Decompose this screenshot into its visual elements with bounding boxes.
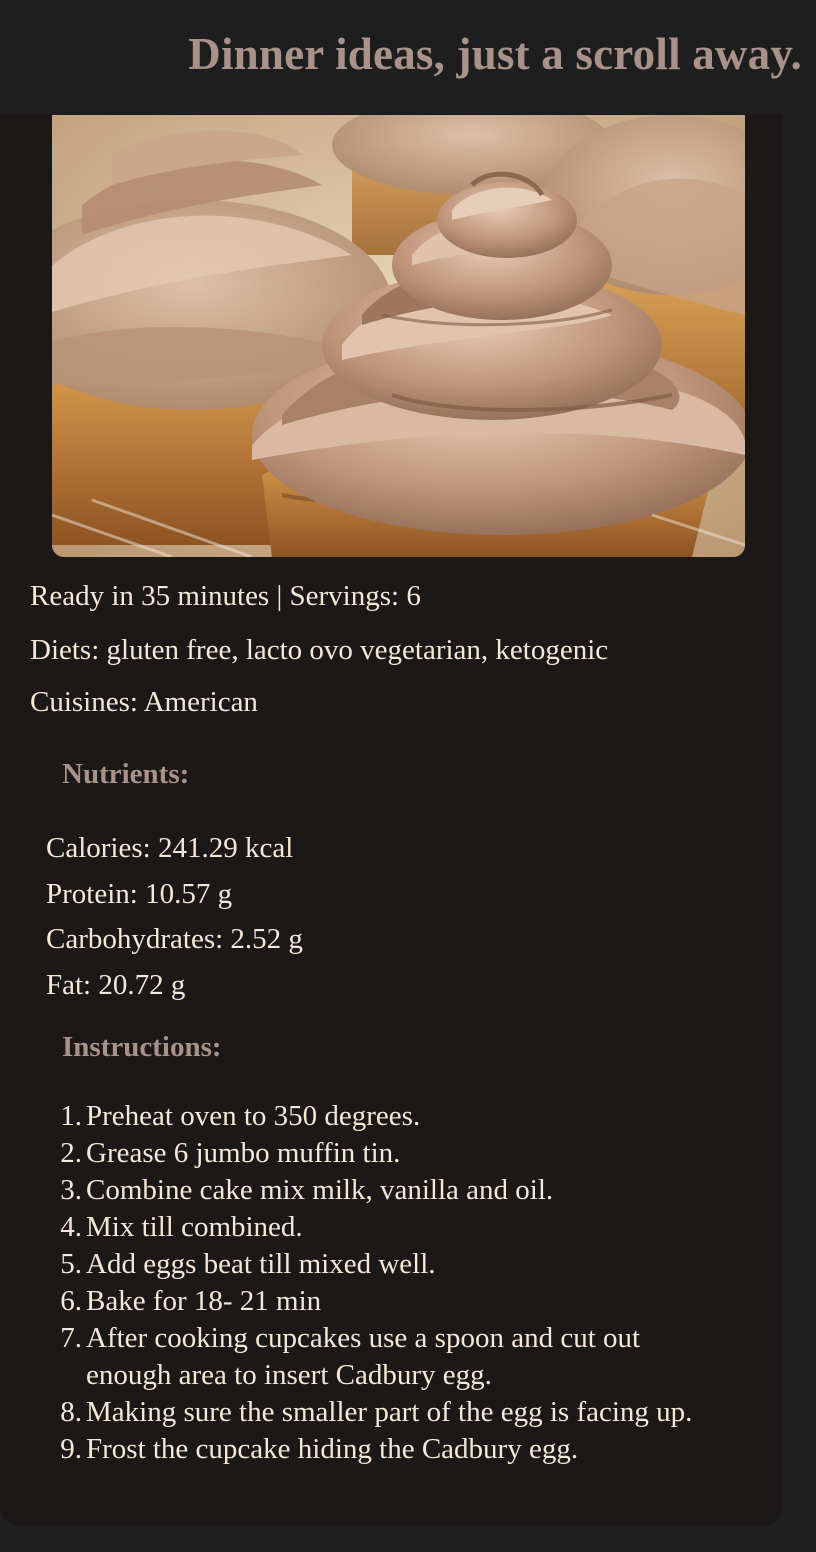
nutrients-heading: Nutrients: xyxy=(62,758,190,790)
instructions-heading: Instructions: xyxy=(62,1031,222,1063)
nutrient-carbohydrates: Carbohydrates: 2.52 g xyxy=(46,923,303,955)
recipe-time-servings: Ready in 35 minutes | Servings: 6 xyxy=(30,580,421,612)
recipe-cuisines: Cuisines: American xyxy=(30,686,258,718)
step-number: 3. xyxy=(60,1174,82,1206)
step-text: Making sure the smaller part of the egg … xyxy=(86,1396,693,1428)
step-number: 2. xyxy=(60,1137,82,1169)
instruction-step: 4. Mix till combined. xyxy=(0,1209,782,1246)
instruction-step: 6. Bake for 18- 21 min xyxy=(0,1283,782,1320)
step-text: Grease 6 jumbo muffin tin. xyxy=(86,1137,401,1169)
step-text: Add eggs beat till mixed well. xyxy=(86,1248,436,1280)
recipe-photo xyxy=(52,115,745,557)
nutrient-calories: Calories: 241.29 kcal xyxy=(46,832,294,864)
step-text: After cooking cupcakes use a spoon and c… xyxy=(86,1322,641,1391)
step-text: Combine cake mix milk, vanilla and oil. xyxy=(86,1174,554,1206)
instruction-step: 8. Making sure the smaller part of the eg… xyxy=(0,1394,782,1431)
step-text: Preheat oven to 350 degrees. xyxy=(86,1100,421,1132)
instruction-step: 5. Add eggs beat till mixed well. xyxy=(0,1246,782,1283)
recipe-diets: Diets: gluten free, lacto ovo vegetarian… xyxy=(30,634,609,666)
nutrients-list: Calories: 241.29 kcal Protein: 10.57 g C… xyxy=(46,826,303,1008)
instruction-step: 9. Frost the cupcake hiding the Cadbury e… xyxy=(0,1431,782,1468)
step-text: Mix till combined. xyxy=(86,1211,303,1243)
instructions-list: 1. Preheat oven to 350 degrees. 2. Grease … xyxy=(0,1098,782,1468)
recipe-card: Ready in 35 minutes | Servings: 6 Diets:… xyxy=(0,114,782,1526)
step-number: 8. xyxy=(60,1396,82,1428)
nutrient-protein: Protein: 10.57 g xyxy=(46,877,233,910)
step-number: 9. xyxy=(60,1433,82,1465)
instruction-step: 7. After cooking cupcakes use a spoon and… xyxy=(0,1320,782,1394)
nutrient-fat: Fat: 20.72 g xyxy=(46,968,186,1001)
step-number: 1. xyxy=(60,1100,82,1132)
page-header: Dinner ideas, just a scroll away. xyxy=(0,0,816,114)
instruction-step: 1. Preheat oven to 350 degrees. xyxy=(0,1098,782,1135)
page-title: Dinner ideas, just a scroll away. xyxy=(188,29,802,79)
instruction-step: 3. Combine cake mix milk, vanilla and oil… xyxy=(0,1172,782,1209)
step-text: Bake for 18- 21 min xyxy=(86,1285,322,1317)
step-number: 7. xyxy=(60,1322,82,1354)
cupcake-photo-icon xyxy=(52,115,745,557)
step-text: Frost the cupcake hiding the Cadbury egg… xyxy=(86,1433,579,1465)
step-number: 6. xyxy=(60,1285,82,1317)
instruction-step: 2. Grease 6 jumbo muffin tin. xyxy=(0,1135,782,1172)
step-number: 5. xyxy=(60,1248,82,1280)
step-number: 4. xyxy=(60,1211,82,1243)
